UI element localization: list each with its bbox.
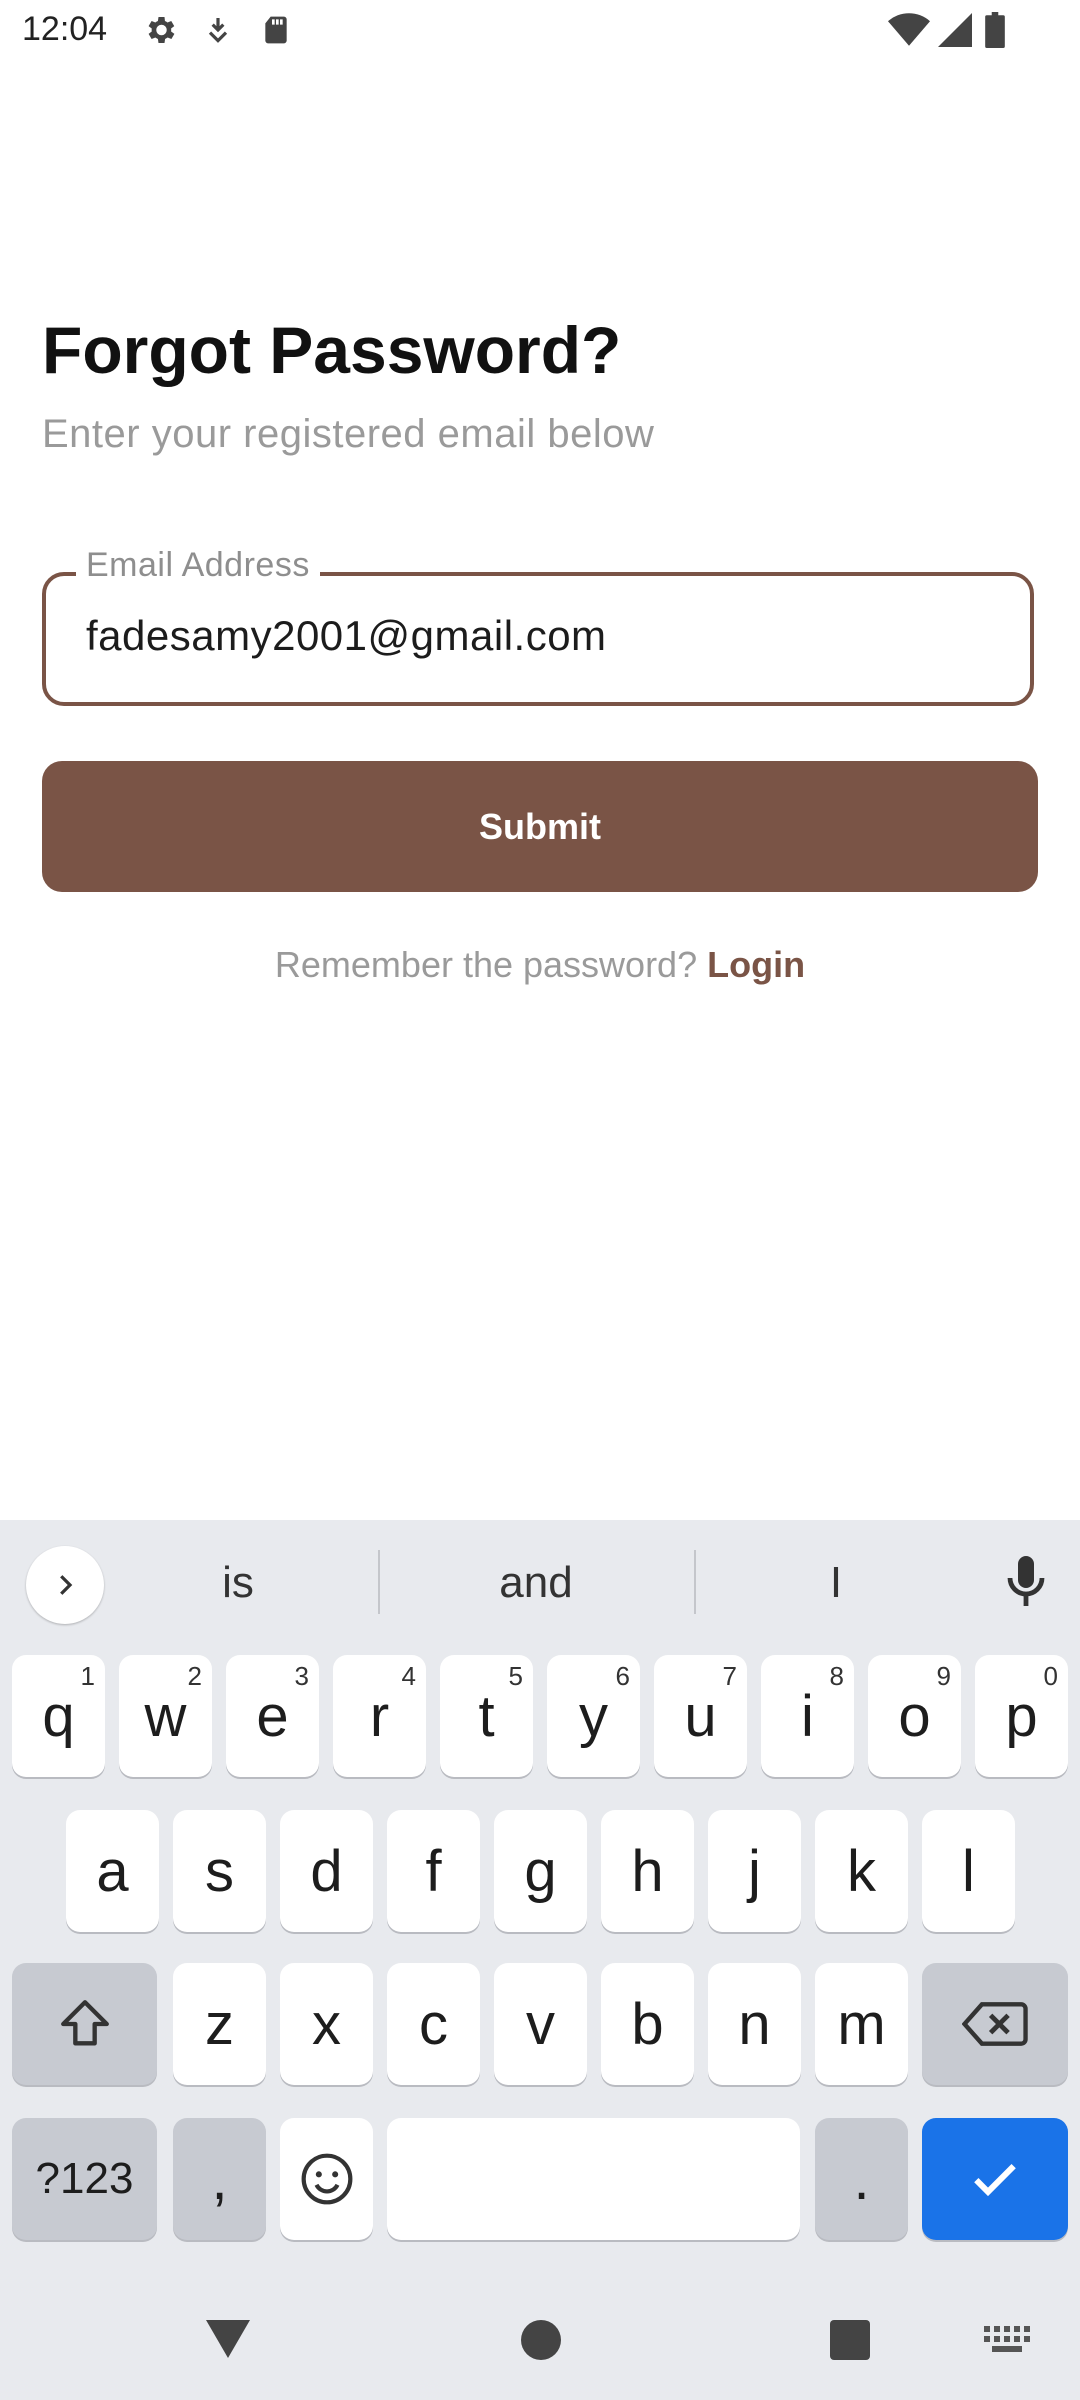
back-triangle-icon[interactable] [204,2316,252,2365]
key-j[interactable]: j [708,1810,801,1932]
key-k[interactable]: k [815,1810,908,1932]
key-hint: 1 [80,1661,95,1691]
settings-gear-icon [142,12,178,53]
battery-icon [984,12,1006,53]
key-z[interactable]: z [173,1963,266,2085]
key-l[interactable]: l [922,1810,1015,1932]
suggestion-1[interactable]: is [138,1558,338,1608]
suggestion-divider [378,1550,380,1614]
space-key[interactable] [387,2118,800,2240]
key-label: o [898,1683,931,1749]
page-subtitle: Enter your registered email below [42,412,655,456]
symbols-key[interactable]: ?123 [12,2118,157,2240]
chevron-right-icon [60,1575,73,1595]
key-o[interactable]: o9 [868,1655,961,1777]
home-circle-icon[interactable] [521,2320,561,2365]
login-link[interactable]: Login [707,944,805,985]
download-icon [202,12,234,53]
key-u[interactable]: u7 [654,1655,747,1777]
key-a[interactable]: a [66,1810,159,1932]
submit-button[interactable]: Submit [42,761,1038,892]
key-w[interactable]: w2 [119,1655,212,1777]
key-label: r [369,1683,390,1749]
key-hint: 5 [508,1661,523,1691]
cell-signal-icon [938,12,972,53]
expand-toolbar-button[interactable] [26,1546,104,1624]
key-t[interactable]: t5 [440,1655,533,1777]
key-hint: 4 [401,1661,416,1691]
remember-password-row: Remember the password? Login [0,944,1080,986]
remember-text: Remember the password? [274,944,708,985]
key-n[interactable]: n [708,1963,801,2085]
suggestion-2[interactable]: and [436,1558,636,1608]
key-label: q [42,1683,75,1749]
key-label: u [684,1683,717,1749]
shift-arrow-icon [60,2000,109,2046]
key-s[interactable]: s [173,1810,266,1932]
status-time: 12:04 [22,10,108,48]
key-q[interactable]: q1 [12,1655,105,1777]
wifi-icon [888,12,930,53]
suggestion-divider [694,1550,696,1614]
key-x[interactable]: x [280,1963,373,2085]
key-hint: 9 [936,1661,951,1691]
key-i[interactable]: i8 [761,1655,854,1777]
key-p[interactable]: p0 [975,1655,1068,1777]
key-label: e [256,1683,289,1749]
key-e[interactable]: e3 [226,1655,319,1777]
suggestion-bar: is and I [0,1520,1080,1640]
status-bar: 12:04 [0,0,1080,64]
microphone-icon[interactable] [1002,1552,1050,1617]
emoji-key[interactable] [280,2118,373,2240]
shift-key[interactable] [12,1963,157,2085]
key-label: y [579,1683,608,1749]
key-hint: 6 [615,1661,630,1691]
page-title: Forgot Password? [42,313,622,387]
key-g[interactable]: g [494,1810,587,1932]
recents-square-icon[interactable] [830,2320,870,2365]
email-input[interactable] [86,612,986,660]
key-b[interactable]: b [601,1963,694,2085]
key-label: p [1005,1683,1038,1749]
key-c[interactable]: c [387,1963,480,2085]
backspace-key[interactable] [922,1963,1068,2085]
key-hint: 3 [294,1661,309,1691]
key-label: t [478,1683,495,1749]
backspace-icon [962,2002,1028,2046]
key-r[interactable]: r4 [333,1655,426,1777]
key-hint: 7 [722,1661,737,1691]
keyboard-switch-icon[interactable] [984,2326,1030,2359]
suggestion-3[interactable]: I [736,1558,936,1608]
email-field-label: Email Address [76,546,320,585]
key-y[interactable]: y6 [547,1655,640,1777]
enter-done-key[interactable] [922,2118,1068,2240]
soft-keyboard: is and I q1 w2 e3 r4 t5 y6 u7 i8 o9 p0 a… [0,1520,1080,2400]
key-f[interactable]: f [387,1810,480,1932]
sd-card-icon [260,12,292,53]
comma-key[interactable]: , [173,2118,266,2240]
emoji-smiley-icon [301,2153,352,2205]
checkmark-icon [974,2164,1016,2197]
key-hint: 2 [187,1661,202,1691]
key-d[interactable]: d [280,1810,373,1932]
key-h[interactable]: h [601,1810,694,1932]
system-nav-bar [0,2280,1080,2400]
key-label: w [144,1683,187,1749]
period-key[interactable]: . [815,2118,908,2240]
key-hint: 8 [829,1661,844,1691]
email-field[interactable]: Email Address [42,546,1034,706]
key-label: i [801,1683,814,1749]
key-m[interactable]: m [815,1963,908,2085]
key-hint: 0 [1043,1661,1058,1691]
key-v[interactable]: v [494,1963,587,2085]
